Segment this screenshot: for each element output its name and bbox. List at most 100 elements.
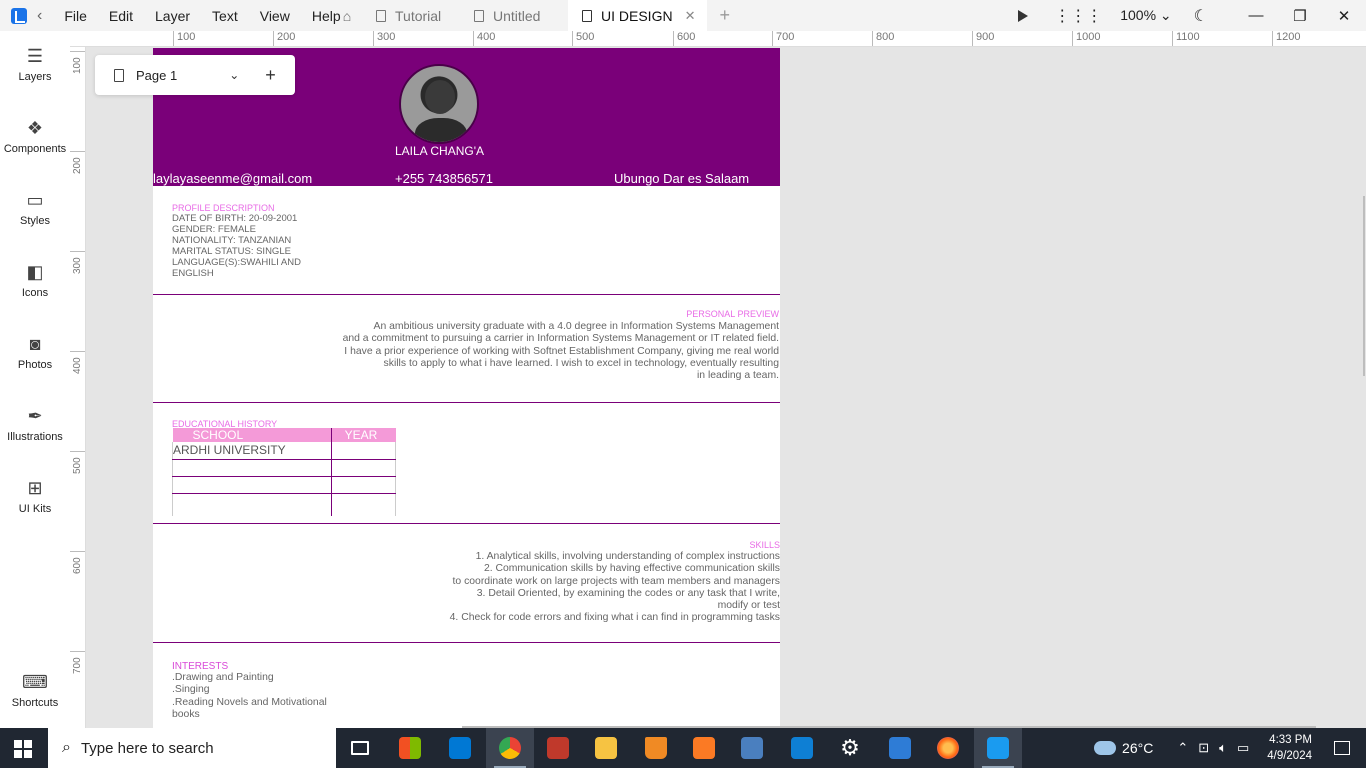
minimize-button[interactable]: — <box>1234 7 1278 24</box>
add-page-icon[interactable]: + <box>265 65 276 86</box>
profile-photo[interactable] <box>399 64 479 144</box>
design-canvas[interactable]: LAILA CHANG'A laylayaseenme@gmail.com +2… <box>87 48 1366 728</box>
dark-mode-icon[interactable]: ☾ <box>1194 6 1208 26</box>
ruler-tick-label: 700 <box>72 657 83 674</box>
ruler-tick-label: 700 <box>772 31 794 46</box>
resume-artboard[interactable]: LAILA CHANG'A laylayaseenme@gmail.com +2… <box>153 48 780 728</box>
ruler-tick: 600 <box>70 551 85 574</box>
video-editor-icon[interactable] <box>728 728 776 768</box>
photos-icon[interactable] <box>876 728 924 768</box>
close-tab-icon[interactable]: ✕ <box>685 8 696 24</box>
menu-view[interactable]: View <box>260 8 290 24</box>
play-icon[interactable] <box>1018 9 1029 22</box>
tab-label: UI DESIGN <box>601 7 673 24</box>
task-view-icon[interactable] <box>336 728 384 768</box>
preview-line: An ambitious university graduate with a … <box>373 321 779 332</box>
table-cell <box>331 442 397 460</box>
interests-section-body[interactable]: .Drawing and Painting .Singing .Reading … <box>172 672 342 721</box>
ruler-tick-label: 300 <box>373 31 395 46</box>
zoom-select[interactable]: 100% ⌄ <box>1120 7 1171 24</box>
volume-icon[interactable]: 🔈︎ <box>1219 740 1227 756</box>
vlc-icon[interactable] <box>632 728 680 768</box>
battery-icon[interactable]: ▭ <box>1237 740 1249 756</box>
section-divider <box>153 642 780 643</box>
table-cell <box>331 476 397 494</box>
interests-section-title[interactable]: INTERESTS <box>172 661 228 672</box>
settings-icon[interactable]: ⚙ <box>826 728 874 768</box>
candidate-location[interactable]: Ubungo Dar es Salaam <box>614 171 749 186</box>
page-label: Page 1 <box>136 67 178 83</box>
tab-untitled[interactable]: Untitled <box>460 0 568 31</box>
education-table[interactable]: SCHOOL YEAR ARDHI UNIVERSITY <box>172 428 397 516</box>
network-icon[interactable]: ⊡ <box>1198 740 1209 756</box>
skill-line: 1. Analytical skills, involving understa… <box>475 551 780 562</box>
page-selector[interactable]: Page 1 ⌄ + <box>95 55 295 95</box>
file-explorer-icon[interactable] <box>582 728 630 768</box>
column-header-year: YEAR <box>331 428 396 442</box>
preview-line: skills to apply to what i have learned. … <box>383 357 779 369</box>
weather-cloud-icon[interactable] <box>1094 741 1117 755</box>
profile-section-body[interactable]: DATE OF BIRTH: 20-09-2001 GENDER: FEMALE… <box>172 213 312 279</box>
presentation-app-icon[interactable] <box>534 728 582 768</box>
ruler-tick-label: 200 <box>72 157 83 174</box>
clock[interactable]: 4:33 PM 4/9/2024 <box>1267 732 1312 764</box>
vscode-icon[interactable] <box>778 728 826 768</box>
menu-edit[interactable]: Edit <box>109 8 133 24</box>
candidate-email[interactable]: laylayaseenme@gmail.com <box>153 171 312 186</box>
apps-grid-icon[interactable]: ⋮⋮⋮ <box>1054 6 1102 26</box>
candidate-phone[interactable]: +255 743856571 <box>395 171 493 186</box>
ruler-tick-label: 100 <box>173 31 195 46</box>
home-icon[interactable]: ⌂ <box>332 8 362 24</box>
tab-tutorial[interactable]: Tutorial <box>362 0 460 31</box>
menu-text[interactable]: Text <box>212 8 238 24</box>
sidebar-item-label: UI Kits <box>18 503 52 515</box>
table-cell <box>172 459 332 477</box>
vertical-scrollbar[interactable] <box>1363 196 1365 376</box>
sidebar-item-shortcuts[interactable]: ⌨ Shortcuts <box>0 671 70 709</box>
ruler-tick: 300 <box>70 251 85 274</box>
design-app-icon[interactable] <box>974 728 1022 768</box>
back-arrow-icon[interactable]: ‹ <box>37 7 42 25</box>
ruler-tick-label: 400 <box>72 357 83 374</box>
preview-section-body[interactable]: An ambitious university graduate with a … <box>319 321 779 382</box>
taskbar-search-box[interactable]: ⌕ Type here to search <box>48 728 336 768</box>
maximize-button[interactable]: ❐ <box>1278 7 1322 25</box>
skill-line: modify or test <box>717 600 780 612</box>
microsoft-store-icon[interactable] <box>386 728 434 768</box>
keyboard-icon: ⌨ <box>22 672 48 692</box>
document-icon <box>582 9 592 22</box>
mail-icon[interactable] <box>436 728 484 768</box>
candidate-name[interactable]: LAILA CHANG'A <box>395 144 484 158</box>
sidebar-item-photos[interactable]: ◙ Photos <box>0 333 70 371</box>
tab-ui-design[interactable]: UI DESIGN ✕ <box>568 0 708 31</box>
xampp-icon[interactable] <box>680 728 728 768</box>
close-window-button[interactable]: ✕ <box>1322 7 1366 25</box>
sidebar-item-styles[interactable]: ▭ Styles <box>0 189 70 227</box>
table-cell <box>172 493 332 516</box>
sidebar-item-icons[interactable]: ◧ Icons <box>0 261 70 299</box>
sidebar-item-illustrations[interactable]: ✒ Illustrations <box>0 405 70 443</box>
notification-icon[interactable] <box>1334 741 1350 755</box>
profile-line: DATE OF BIRTH: 20-09-2001 <box>172 213 298 224</box>
title-bar: ‹ File Edit Layer Text View Help ⌂ Tutor… <box>0 0 1366 31</box>
new-tab-icon[interactable]: + <box>719 5 730 26</box>
weather-temperature[interactable]: 26°C <box>1122 740 1153 756</box>
chevron-up-icon[interactable]: ⌃ <box>1177 740 1188 756</box>
profile-section-title[interactable]: PROFILE DESCRIPTION <box>172 203 275 213</box>
ruler-tick-label: 800 <box>872 31 894 46</box>
profile-line: MARITAL STATUS: SINGLE <box>172 246 291 257</box>
skills-section-title[interactable]: SKILLS <box>749 540 780 550</box>
sidebar-item-components[interactable]: ❖ Components <box>0 117 70 155</box>
skills-section-body[interactable]: 1. Analytical skills, involving understa… <box>420 551 780 625</box>
chevron-down-icon[interactable]: ⌄ <box>229 68 239 82</box>
sidebar-item-label: Photos <box>17 359 53 371</box>
ruler-tick-label: 1000 <box>1072 31 1100 46</box>
preview-section-title[interactable]: PERSONAL PREVIEW <box>686 309 779 319</box>
firefox-icon[interactable] <box>924 728 972 768</box>
sidebar-item-layers[interactable]: ☰ Layers <box>0 45 70 83</box>
chrome-icon[interactable] <box>486 728 534 768</box>
windows-start-icon[interactable] <box>14 740 32 758</box>
menu-file[interactable]: File <box>64 8 87 24</box>
menu-layer[interactable]: Layer <box>155 8 190 24</box>
sidebar-item-ui-kits[interactable]: ⊞ UI Kits <box>0 477 70 515</box>
